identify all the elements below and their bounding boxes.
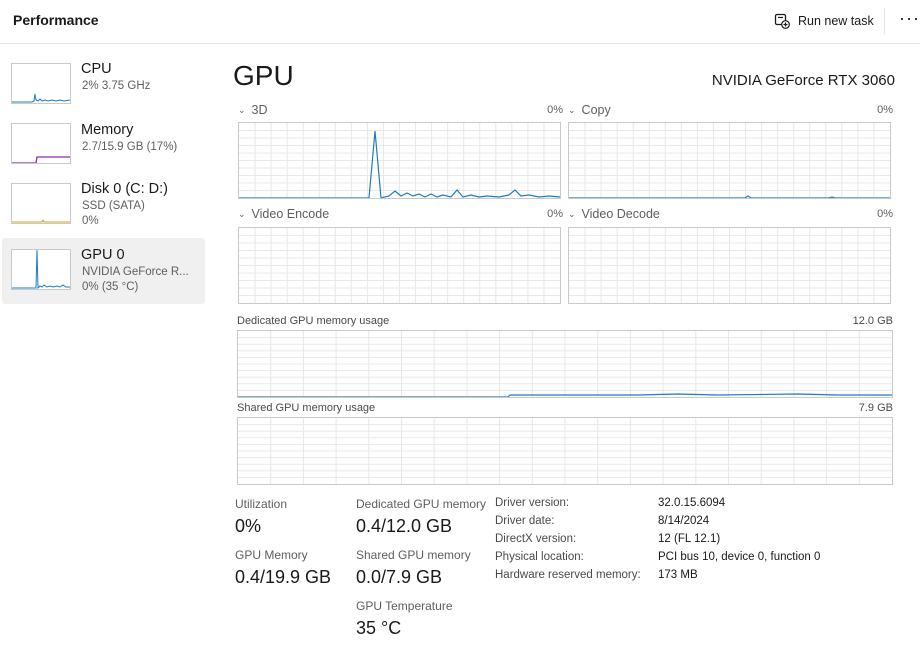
gpu-temperature-value: 35 °C bbox=[356, 618, 402, 638]
engine-label: Video Decode bbox=[581, 207, 660, 221]
shared-memory-max: 7.9 GB bbox=[858, 402, 893, 414]
graph-dedicated-memory-canvas bbox=[238, 331, 892, 397]
shared-gpu-memory-label: Shared GPU memory bbox=[356, 548, 471, 562]
engine-percent: 0% bbox=[547, 208, 563, 220]
sidebar-item-usage: 0% bbox=[82, 215, 99, 227]
graph-video-decode-canvas bbox=[569, 228, 890, 303]
sidebar-item-memory[interactable]: Memory 2.7/15.9 GB (17%) bbox=[2, 117, 205, 183]
dedicated-gpu-memory-value: 0.4/12.0 GB bbox=[356, 516, 453, 536]
sidebar-item-cpu[interactable]: CPU 2% 3.75 GHz bbox=[2, 57, 205, 123]
sidebar-item-detail: SSD (SATA) bbox=[82, 200, 145, 212]
dedicated-memory-label: Dedicated GPU memory usage bbox=[237, 315, 390, 327]
engine-percent: 0% bbox=[547, 104, 563, 116]
grid-lines bbox=[238, 331, 892, 397]
gpu-heading: GPU bbox=[233, 60, 294, 91]
engine-selector-video-decode[interactable]: ⌄ Video Decode bbox=[568, 207, 660, 221]
utilization-value: 0% bbox=[235, 516, 262, 536]
sidebar-item-detail: 2.7/15.9 GB (17%) bbox=[82, 141, 178, 153]
directx-version-value: 12 (FL 12.1) bbox=[658, 533, 721, 545]
header-divider bbox=[884, 8, 885, 34]
title-bar: Performance Run new task ··· bbox=[0, 0, 920, 44]
sidebar-item-gpu[interactable]: GPU 0 NVIDIA GeForce R... 0% (35 °C) bbox=[2, 238, 205, 304]
engine-label: Video Encode bbox=[251, 207, 330, 221]
engine-selector-copy[interactable]: ⌄ Copy bbox=[568, 103, 611, 117]
engine-label: 3D bbox=[251, 103, 268, 117]
graph-shared-memory bbox=[237, 417, 893, 485]
gpu-memory-value: 0.4/19.9 GB bbox=[235, 567, 332, 587]
driver-version-value: 32.0.15.6094 bbox=[658, 497, 726, 509]
gpu-thumbnail-line bbox=[12, 249, 70, 290]
sidebar-item-usage: 0% (35 °C) bbox=[82, 281, 139, 293]
page-title: Performance bbox=[13, 12, 99, 28]
shared-gpu-memory-value: 0.0/7.9 GB bbox=[356, 567, 443, 587]
sidebar-item-label: Disk 0 (C: D:) bbox=[81, 181, 168, 197]
gpu-memory-label: GPU Memory bbox=[235, 548, 308, 562]
chevron-down-icon: ⌄ bbox=[568, 104, 576, 115]
directx-version-label: DirectX version: bbox=[495, 533, 577, 545]
driver-date-label: Driver date: bbox=[495, 515, 555, 527]
grid-lines bbox=[569, 228, 890, 303]
run-task-icon bbox=[774, 13, 790, 29]
run-new-task-button[interactable]: Run new task bbox=[774, 10, 874, 32]
engine-percent: 0% bbox=[877, 104, 893, 116]
dedicated-gpu-memory-label: Dedicated GPU memory bbox=[356, 497, 487, 511]
chevron-down-icon: ⌄ bbox=[238, 104, 246, 115]
physical-location-value: PCI bus 10, device 0, function 0 bbox=[658, 551, 821, 563]
engine-label: Copy bbox=[581, 103, 611, 117]
sidebar-item-label: GPU 0 bbox=[81, 247, 125, 263]
disk-thumbnail-graph bbox=[11, 183, 71, 224]
gpu-model-name: NVIDIA GeForce RTX 3060 bbox=[711, 72, 895, 89]
engine-percent: 0% bbox=[877, 208, 893, 220]
memory-thumbnail-line bbox=[12, 156, 70, 164]
memory-thumbnail-graph bbox=[11, 123, 71, 164]
gpu-thumbnail-graph bbox=[11, 249, 71, 290]
chevron-down-icon: ⌄ bbox=[568, 208, 576, 219]
chevron-down-icon: ⌄ bbox=[238, 208, 246, 219]
sidebar-item-detail: NVIDIA GeForce R... bbox=[82, 266, 189, 278]
driver-version-label: Driver version: bbox=[495, 497, 570, 509]
utilization-label: Utilization bbox=[235, 497, 288, 511]
grid-lines bbox=[239, 123, 560, 198]
run-task-label: Run new task bbox=[798, 14, 874, 28]
dedicated-memory-max: 12.0 GB bbox=[852, 315, 893, 327]
sidebar-item-label: CPU bbox=[81, 61, 112, 77]
graph-3d-canvas bbox=[239, 123, 560, 198]
graph-shared-memory-canvas bbox=[238, 418, 892, 484]
graph-copy bbox=[568, 122, 891, 199]
graph-video-decode bbox=[568, 227, 891, 304]
graph-video-encode bbox=[238, 227, 561, 304]
graph-video-encode-canvas bbox=[239, 228, 560, 303]
disk-thumbnail-line bbox=[12, 218, 70, 223]
driver-date-value: 8/14/2024 bbox=[658, 515, 710, 527]
graph-copy-canvas bbox=[569, 123, 890, 198]
cpu-thumbnail-line bbox=[12, 93, 71, 103]
grid-lines bbox=[238, 418, 892, 484]
gpu-temperature-label: GPU Temperature bbox=[356, 599, 453, 613]
physical-location-label: Physical location: bbox=[495, 551, 584, 563]
grid-lines bbox=[239, 228, 560, 303]
sidebar-item-label: Memory bbox=[81, 122, 134, 138]
grid-lines bbox=[569, 123, 890, 198]
shared-memory-label: Shared GPU memory usage bbox=[237, 402, 376, 414]
engine-selector-3d[interactable]: ⌄ 3D bbox=[238, 103, 268, 117]
engine-selector-video-encode[interactable]: ⌄ Video Encode bbox=[238, 207, 329, 221]
sidebar-item-disk[interactable]: Disk 0 (C: D:) SSD (SATA) 0% bbox=[2, 177, 205, 243]
graph-3d bbox=[238, 122, 561, 199]
hardware-reserved-memory-label: Hardware reserved memory: bbox=[495, 569, 641, 581]
more-options-button[interactable]: ··· bbox=[899, 8, 920, 28]
hardware-reserved-memory-value: 173 MB bbox=[658, 569, 698, 581]
sidebar-item-detail: 2% 3.75 GHz bbox=[82, 80, 151, 92]
cpu-thumbnail-graph bbox=[11, 63, 71, 104]
graph-dedicated-memory bbox=[237, 330, 893, 398]
